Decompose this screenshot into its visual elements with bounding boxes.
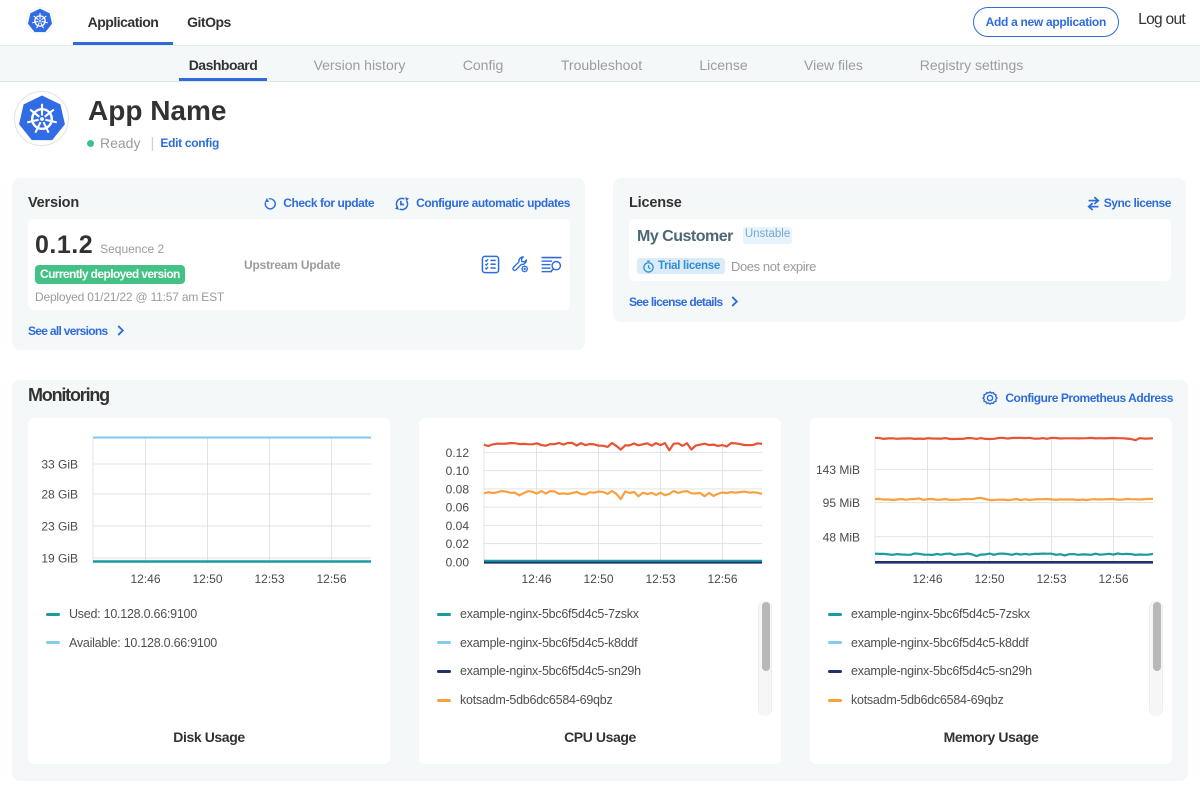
svg-text:12:53: 12:53 xyxy=(1036,572,1066,586)
svg-text:0.02: 0.02 xyxy=(446,537,470,551)
svg-text:143 MiB: 143 MiB xyxy=(816,463,860,477)
svg-text:0.10: 0.10 xyxy=(446,464,470,478)
svg-text:12:53: 12:53 xyxy=(645,572,675,586)
svg-text:12:56: 12:56 xyxy=(316,572,346,586)
svg-text:0.12: 0.12 xyxy=(446,446,470,460)
svg-text:23 GiB: 23 GiB xyxy=(41,520,78,534)
svg-text:12:46: 12:46 xyxy=(130,572,160,586)
svg-text:33 GiB: 33 GiB xyxy=(41,458,78,472)
svg-text:12:50: 12:50 xyxy=(192,572,222,586)
svg-text:12:56: 12:56 xyxy=(707,572,737,586)
svg-text:0.00: 0.00 xyxy=(446,555,470,569)
svg-text:95 MiB: 95 MiB xyxy=(823,496,860,510)
svg-text:0.04: 0.04 xyxy=(446,519,470,533)
svg-text:48 MiB: 48 MiB xyxy=(823,530,860,544)
svg-text:12:46: 12:46 xyxy=(521,572,551,586)
svg-text:28 GiB: 28 GiB xyxy=(41,488,78,502)
svg-text:12:50: 12:50 xyxy=(974,572,1004,586)
svg-text:19 GiB: 19 GiB xyxy=(41,552,78,566)
svg-text:12:53: 12:53 xyxy=(254,572,284,586)
svg-text:12:56: 12:56 xyxy=(1098,572,1128,586)
svg-text:12:46: 12:46 xyxy=(912,572,942,586)
svg-text:0.08: 0.08 xyxy=(446,482,470,496)
svg-text:12:50: 12:50 xyxy=(583,572,613,586)
svg-text:0.06: 0.06 xyxy=(446,501,470,515)
